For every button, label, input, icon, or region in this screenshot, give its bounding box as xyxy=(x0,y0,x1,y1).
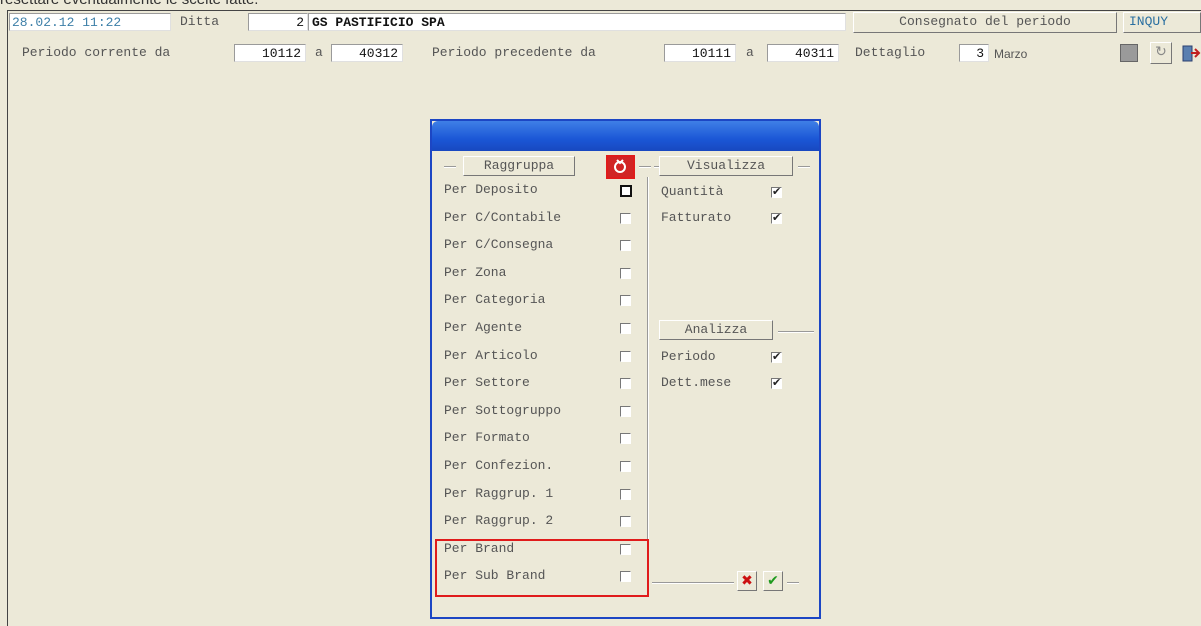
periodo-precedente-label: Periodo precedente da xyxy=(432,45,596,60)
brand-highlight-box xyxy=(435,539,649,597)
dettaglio-month: Marzo xyxy=(994,47,1028,61)
raggruppa-button[interactable]: Raggruppa xyxy=(463,156,575,176)
checkbox-per-articolo[interactable] xyxy=(620,350,631,362)
refresh-icon[interactable]: ↻ xyxy=(1150,42,1172,64)
ditta-label: Ditta xyxy=(180,14,220,29)
checkbox-per-formato[interactable] xyxy=(620,433,631,445)
dialog-titlebar xyxy=(432,121,819,151)
separator xyxy=(787,582,799,584)
periodo-corrente-a-field[interactable]: 40312 xyxy=(331,44,403,62)
periodo-corrente-da-field[interactable]: 10112 xyxy=(234,44,306,62)
dettaglio-field[interactable]: 3 xyxy=(959,44,989,62)
checkbox-per-sottogruppo[interactable] xyxy=(620,405,631,417)
option-label-per-deposito: Per Deposito xyxy=(444,182,538,197)
a-label: a xyxy=(315,45,323,60)
option-label-per-agente: Per Agente xyxy=(444,320,523,335)
checkbox-per-raggrup-2[interactable] xyxy=(620,516,631,528)
separator xyxy=(798,166,810,168)
checkbox-per-settore[interactable] xyxy=(620,378,631,390)
option-label-per-raggrup-1: Per Raggrup. 1 xyxy=(444,485,554,501)
periodo-corrente-label: Periodo corrente da xyxy=(22,45,171,60)
separator xyxy=(778,331,814,333)
separator xyxy=(639,166,651,168)
a-label-2: a xyxy=(746,45,754,60)
option-label-per-zona: Per Zona xyxy=(444,264,507,280)
option-label-per-raggrup-2: Per Raggrup. 2 xyxy=(444,513,554,529)
column-divider xyxy=(647,177,649,577)
option-label-per-formato: Per Formato xyxy=(444,430,530,446)
ditta-code-field[interactable]: 2 xyxy=(248,13,308,31)
checkbox-per-categoria[interactable] xyxy=(620,295,631,307)
option-label-per-sottogruppo: Per Sottogruppo xyxy=(444,402,562,418)
option-label-per-c-consegna: Per C/Consegna xyxy=(444,237,554,253)
option-label-per-c-contabile: Per C/Contabile xyxy=(444,209,562,225)
checkbox-per-deposito[interactable] xyxy=(620,185,632,197)
checkbox-per-c-contabile[interactable] xyxy=(620,212,631,224)
confirm-button[interactable]: ✔ xyxy=(763,571,783,591)
checkbox-per-raggrup-1[interactable] xyxy=(620,488,631,500)
inquiry-button[interactable]: INQUY xyxy=(1123,12,1201,33)
dettaglio-label: Dettaglio xyxy=(855,45,926,60)
option-label-per-confezion: Per Confezion. xyxy=(444,458,554,473)
stop-icon[interactable] xyxy=(1120,44,1138,62)
exit-icon[interactable] xyxy=(1180,43,1201,64)
option-label-fatturato: Fatturato xyxy=(661,210,732,225)
option-label-dett-mese: Dett.mese xyxy=(661,375,732,390)
option-label-quantit: Quantità xyxy=(661,184,724,199)
checkbox-per-c-consegna[interactable] xyxy=(620,240,631,252)
checkbox-quantit[interactable] xyxy=(771,185,782,198)
ditta-name-field: GS PASTIFICIO SPA xyxy=(308,13,846,31)
checkbox-per-confezion[interactable] xyxy=(620,461,631,472)
periodo-precedente-da-field[interactable]: 10111 xyxy=(664,44,736,62)
instruction-caption: resettare eventualmente le scelte fatte. xyxy=(0,0,258,9)
option-label-per-categoria: Per Categoria xyxy=(444,292,546,308)
checkbox-fatturato[interactable] xyxy=(771,211,782,224)
consegnato-button[interactable]: Consegnato del periodo xyxy=(853,12,1117,33)
separator xyxy=(652,582,734,584)
checkbox-periodo[interactable] xyxy=(771,350,782,363)
checkbox-per-agente[interactable] xyxy=(620,323,631,334)
reset-button[interactable] xyxy=(606,155,635,179)
option-label-periodo: Periodo xyxy=(661,349,716,364)
cancel-button[interactable]: ✖ xyxy=(737,571,757,591)
analizza-button[interactable]: Analizza xyxy=(659,320,773,340)
option-label-per-settore: Per Settore xyxy=(444,375,530,391)
visualizza-button[interactable]: Visualizza xyxy=(659,156,793,176)
group-options-dialog: Raggruppa Per Deposito Per C/Contabile Per… xyxy=(430,119,821,619)
option-label-per-articolo: Per Articolo xyxy=(444,347,538,363)
checkbox-per-zona[interactable] xyxy=(620,267,631,279)
periodo-precedente-a-field[interactable]: 40311 xyxy=(767,44,839,62)
datetime-field: 28.02.12 11:22 xyxy=(9,13,171,31)
separator xyxy=(444,166,456,168)
checkbox-dett-mese[interactable] xyxy=(771,376,782,389)
